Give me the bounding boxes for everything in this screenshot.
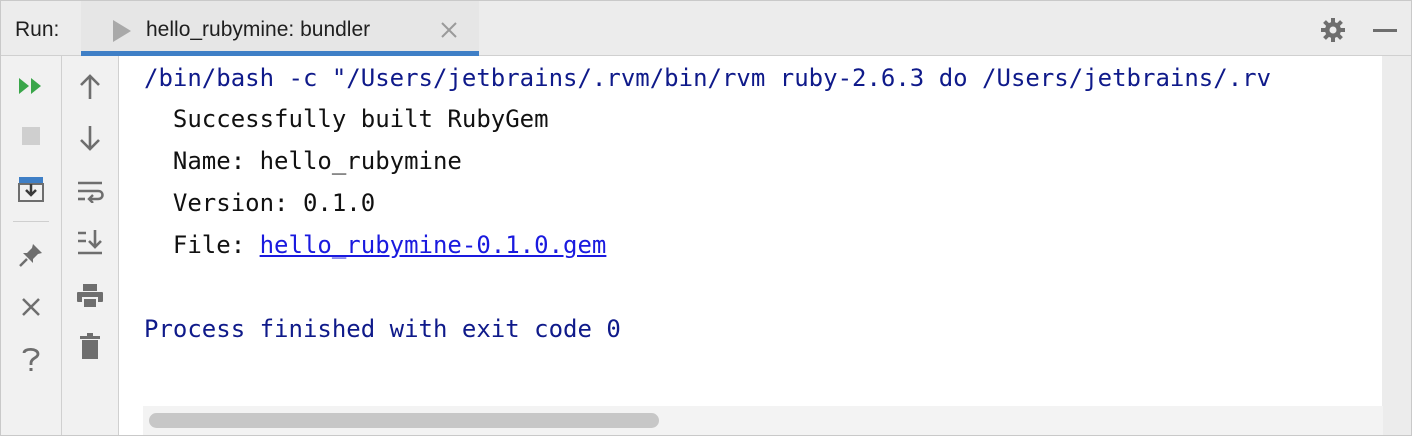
scroll-to-end-icon[interactable] xyxy=(74,226,106,258)
horizontal-scrollbar[interactable] xyxy=(143,406,1383,435)
run-label: Run: xyxy=(15,18,60,41)
output-line: Name: hello_rubymine xyxy=(144,147,462,175)
output-line: Version: 0.1.0 xyxy=(144,189,376,217)
run-tool-window: Run: hello_rubymine: bundler /bin/bash -… xyxy=(0,0,1412,436)
command-line: /bin/bash -c "/Users/jetbrains/.rvm/bin/… xyxy=(144,64,1272,92)
down-arrow-icon[interactable] xyxy=(74,122,106,154)
stop-icon[interactable] xyxy=(15,120,47,152)
gear-icon[interactable] xyxy=(1319,16,1347,44)
restore-layout-icon[interactable] xyxy=(15,173,47,205)
output-line: Successfully built RubyGem xyxy=(144,105,549,133)
play-icon xyxy=(113,20,131,42)
tab-title: hello_rubymine: bundler xyxy=(146,18,371,41)
console-toolbar xyxy=(62,56,119,435)
close-tab-icon[interactable] xyxy=(438,19,460,41)
left-toolbar xyxy=(1,56,62,435)
output-file-line: File: hello_rubymine-0.1.0.gem xyxy=(144,231,606,259)
rerun-icon[interactable] xyxy=(15,70,47,102)
process-finished-line: Process finished with exit code 0 xyxy=(144,315,621,343)
tab-bar: Run: hello_rubymine: bundler xyxy=(1,1,1411,56)
scrollbar-thumb[interactable] xyxy=(149,413,659,428)
toolbar-separator xyxy=(13,221,49,222)
file-label: File: xyxy=(144,231,260,259)
help-icon[interactable] xyxy=(15,343,47,375)
close-icon[interactable] xyxy=(15,291,47,323)
pin-icon[interactable] xyxy=(15,239,47,271)
up-arrow-icon[interactable] xyxy=(74,71,106,103)
trash-icon[interactable] xyxy=(74,330,106,362)
vertical-scroll-gutter xyxy=(1382,56,1411,435)
gem-file-link[interactable]: hello_rubymine-0.1.0.gem xyxy=(260,231,607,259)
print-icon[interactable] xyxy=(74,280,106,312)
minimize-icon[interactable] xyxy=(1373,29,1397,32)
soft-wrap-icon[interactable] xyxy=(74,175,106,207)
console-output[interactable]: /bin/bash -c "/Users/jetbrains/.rvm/bin/… xyxy=(119,56,1382,406)
